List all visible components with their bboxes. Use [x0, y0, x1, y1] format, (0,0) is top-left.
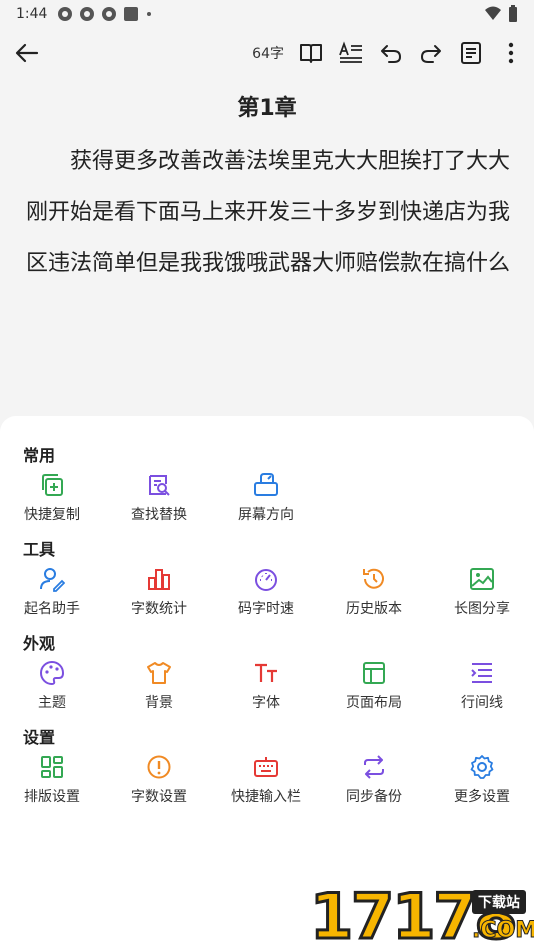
watermark-suffix: .COM	[471, 918, 534, 944]
word-stats-button[interactable]: 字数统计	[114, 566, 204, 626]
long-image-share-label: 长图分享	[454, 601, 510, 617]
history-icon	[363, 568, 384, 589]
sync-backup-button[interactable]: 同步备份	[329, 754, 419, 814]
screen-orientation-button[interactable]: 屏幕方向	[221, 472, 311, 532]
layout-settings-label: 排版设置	[24, 789, 80, 805]
history-versions-button[interactable]: 历史版本	[329, 566, 419, 626]
format-button[interactable]	[338, 40, 364, 66]
more-settings-button[interactable]: 更多设置	[437, 754, 527, 814]
more-menu-button[interactable]	[498, 40, 524, 66]
theme-label: 主题	[38, 695, 66, 711]
section-title-tools: 工具	[23, 540, 56, 559]
screen-orientation-label: 屏幕方向	[238, 507, 294, 523]
section-title-common: 常用	[23, 446, 56, 465]
page-layout-label: 页面布局	[346, 695, 402, 711]
history-versions-label: 历史版本	[346, 601, 402, 617]
section-title-appearance: 外观	[23, 634, 56, 653]
site-watermark-logo: 17178 下载站 .COM	[308, 879, 534, 950]
more-notifications-dot-icon	[147, 12, 152, 16]
alert-circle-icon	[147, 755, 171, 779]
screen-rotate-icon	[254, 473, 278, 496]
sync-icon	[364, 755, 384, 779]
find-replace-label: 查找替换	[131, 507, 187, 523]
undo-icon	[381, 45, 401, 63]
sync-backup-label: 同步备份	[346, 789, 402, 805]
quick-copy-label: 快捷复制	[24, 507, 80, 523]
app-notification-icon	[102, 7, 117, 21]
redo-icon	[421, 45, 441, 63]
layout-icon	[363, 662, 385, 684]
quick-input-bar-label: 快捷输入栏	[231, 789, 301, 805]
palette-icon	[40, 660, 65, 686]
line-spacing-label: 行间线	[461, 695, 503, 711]
page-layout-button[interactable]: 页面布局	[329, 660, 419, 720]
copy-plus-icon	[42, 474, 63, 496]
battery-icon	[509, 5, 517, 22]
word-count[interactable]: 64字	[252, 43, 284, 63]
editor-toolbar: 64字	[0, 30, 534, 76]
redo-button[interactable]	[418, 40, 444, 66]
app-notification-icon	[80, 7, 95, 21]
status-time: 1:44	[16, 6, 48, 22]
section-title-settings: 设置	[23, 728, 56, 747]
line-spacing-icon	[471, 663, 492, 683]
square-notification-icon	[124, 7, 139, 21]
quick-copy-button[interactable]: 快捷复制	[7, 472, 97, 532]
background-label: 背景	[145, 695, 173, 711]
chapter-body-text[interactable]: 获得更多改善改善法埃里克大大胆挨打了大大刚开始是看下面马上来开发三十多岁到快递店…	[26, 136, 512, 289]
wifi-icon	[485, 6, 501, 20]
user-edit-icon	[40, 568, 65, 592]
document-icon	[461, 42, 481, 64]
find-replace-icon	[149, 475, 170, 496]
speedometer-icon	[255, 569, 277, 591]
gear-icon	[470, 755, 494, 779]
notes-button[interactable]	[458, 40, 484, 66]
typing-speed-button[interactable]: 码字时速	[221, 566, 311, 626]
undo-button[interactable]	[378, 40, 404, 66]
notification-icons	[57, 6, 153, 22]
chapter-title[interactable]: 第1章	[0, 90, 534, 122]
font-button[interactable]: 字体	[221, 660, 311, 720]
book-button[interactable]	[298, 40, 324, 66]
find-replace-button[interactable]: 查找替换	[114, 472, 204, 532]
section-row-settings: 排版设置 字数设置 快捷输入栏 同步备份 更多设置	[0, 754, 534, 814]
font-label: 字体	[252, 695, 280, 711]
back-button[interactable]	[12, 38, 42, 68]
book-icon	[300, 44, 322, 63]
background-button[interactable]: 背景	[114, 660, 204, 720]
section-row-common: 快捷复制 查找替换 屏幕方向	[0, 472, 534, 532]
section-row-appearance: 主题 背景 字体 页面布局 行间线	[0, 660, 534, 720]
word-count-settings-label: 字数设置	[131, 789, 187, 805]
tools-bottom-sheet: 常用 快捷复制 查找替换 屏幕方向 工具 起名助手 字数统计 码字时速 历史版本…	[0, 416, 534, 950]
typing-speed-label: 码字时速	[238, 601, 294, 617]
arrow-left-icon	[15, 43, 39, 63]
theme-button[interactable]: 主题	[7, 660, 97, 720]
image-icon	[470, 568, 494, 590]
text-format-icon	[339, 41, 362, 63]
long-image-share-button[interactable]: 长图分享	[437, 566, 527, 626]
naming-assistant-button[interactable]: 起名助手	[7, 566, 97, 626]
bar-chart-icon	[148, 569, 170, 590]
app-notification-icon	[58, 7, 73, 21]
section-row-tools: 起名助手 字数统计 码字时速 历史版本 长图分享	[0, 566, 534, 626]
word-count-settings-button[interactable]: 字数设置	[114, 754, 204, 814]
font-icon	[255, 663, 277, 682]
word-stats-label: 字数统计	[131, 601, 187, 617]
more-settings-label: 更多设置	[454, 789, 510, 805]
watermark-badge: 下载站	[472, 890, 526, 914]
status-bar: 1:44	[0, 0, 534, 28]
quick-input-bar-button[interactable]: 快捷输入栏	[221, 754, 311, 814]
more-vertical-icon	[508, 42, 514, 64]
grid-icon	[41, 756, 63, 778]
keyboard-icon	[254, 757, 278, 777]
line-spacing-button[interactable]: 行间线	[437, 660, 527, 720]
naming-assistant-label: 起名助手	[24, 601, 80, 617]
shirt-icon	[147, 662, 171, 684]
layout-settings-button[interactable]: 排版设置	[7, 754, 97, 814]
